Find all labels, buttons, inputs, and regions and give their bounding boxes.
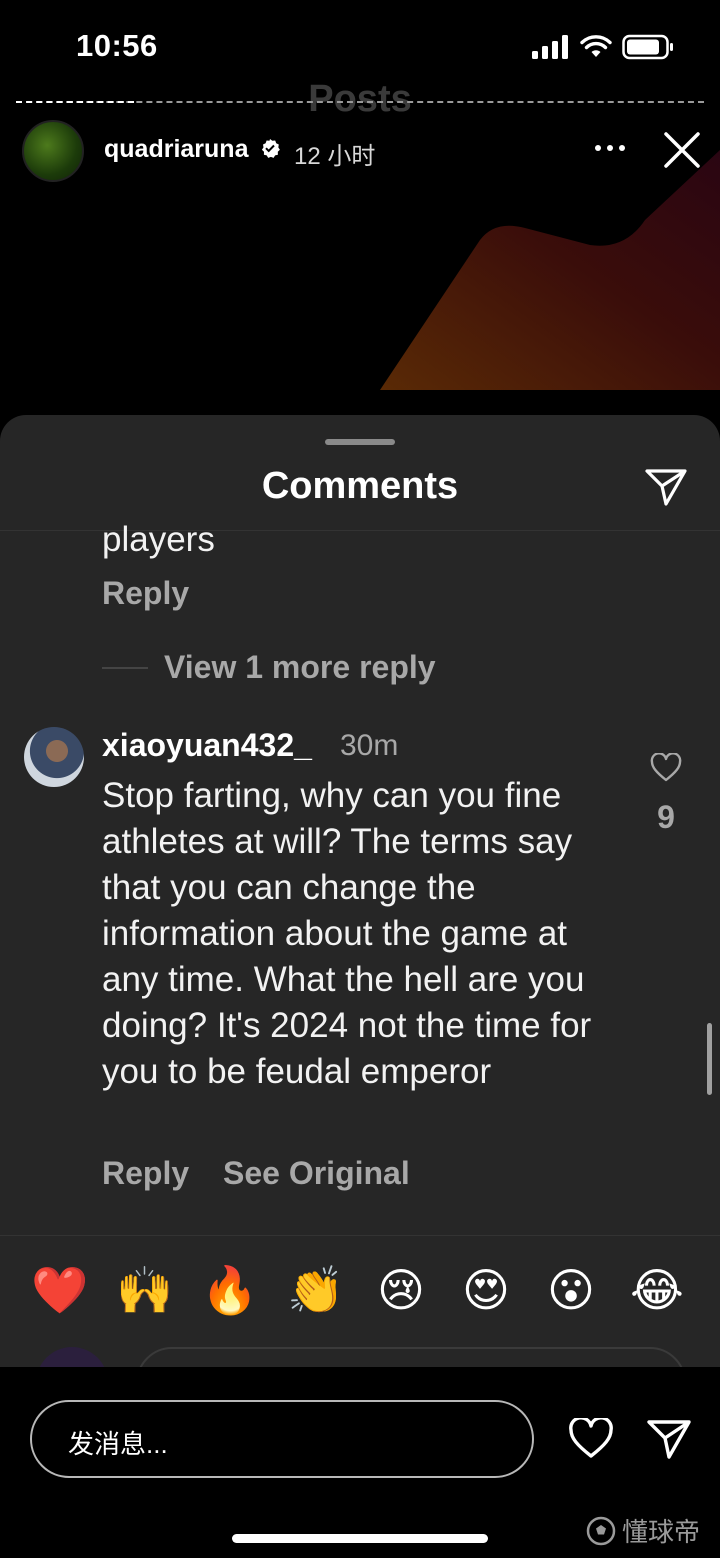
comments-title: Comments xyxy=(261,465,459,507)
emoji-crying[interactable]: 😢 xyxy=(371,1261,431,1319)
see-original-button[interactable]: See Original xyxy=(223,1155,410,1192)
comment-text: Stop farting, why can you fine athletes … xyxy=(102,776,592,1091)
previous-comment-text: players xyxy=(102,520,215,559)
story-username[interactable]: quadriaruna xyxy=(104,135,248,164)
emoji-clapping[interactable]: 👏 xyxy=(286,1261,346,1319)
status-time: 10:56 xyxy=(76,28,158,63)
share-send-icon[interactable] xyxy=(644,467,688,507)
comment-avatar[interactable] xyxy=(24,727,84,787)
cellular-signal-icon xyxy=(532,35,568,59)
reply-button[interactable]: Reply xyxy=(102,1155,189,1192)
thread-line xyxy=(102,667,148,669)
story-background-art xyxy=(380,150,720,390)
like-heart-icon[interactable] xyxy=(568,1418,614,1460)
scrollbar[interactable] xyxy=(707,1023,712,1095)
emoji-raised-hands[interactable]: 🙌 xyxy=(115,1261,175,1319)
emoji-heart-eyes[interactable]: 😍 xyxy=(456,1261,516,1319)
comments-sheet: Comments players Reply View 1 more reply… xyxy=(0,415,720,1367)
home-indicator xyxy=(232,1534,488,1543)
emoji-surprised[interactable]: 😮 xyxy=(541,1261,601,1319)
watermark: 懂球帝 xyxy=(586,1512,700,1549)
add-comment-input[interactable] xyxy=(136,1347,686,1367)
view-more-replies-button[interactable]: View 1 more reply xyxy=(164,649,436,686)
send-icon[interactable] xyxy=(646,1418,692,1460)
story-avatar[interactable] xyxy=(22,120,84,182)
sheet-drag-handle[interactable] xyxy=(325,439,395,445)
emoji-fire[interactable]: 🔥 xyxy=(200,1261,260,1319)
message-input-placeholder: 发消息... xyxy=(68,1429,168,1459)
story-progress-fill xyxy=(16,101,134,103)
previous-reply-button[interactable]: Reply xyxy=(102,575,189,612)
posts-title: Posts xyxy=(308,78,412,120)
emoji-heart[interactable]: ❤️ xyxy=(30,1261,90,1319)
soccer-ball-icon xyxy=(586,1516,616,1545)
comment-username[interactable]: xiaoyuan432_ xyxy=(102,727,312,764)
status-icons xyxy=(532,34,674,60)
wifi-icon xyxy=(580,35,612,57)
comment-like-count: 9 xyxy=(657,799,675,835)
comment-heart-icon[interactable] xyxy=(650,753,682,783)
verified-badge-icon xyxy=(261,139,280,158)
watermark-text: 懂球帝 xyxy=(622,1517,701,1547)
battery-icon xyxy=(622,34,673,60)
emoji-divider xyxy=(0,1235,720,1236)
emoji-laughing[interactable]: 😂 xyxy=(627,1261,687,1319)
comment-time: 30m xyxy=(340,729,399,762)
own-avatar xyxy=(36,1347,108,1367)
